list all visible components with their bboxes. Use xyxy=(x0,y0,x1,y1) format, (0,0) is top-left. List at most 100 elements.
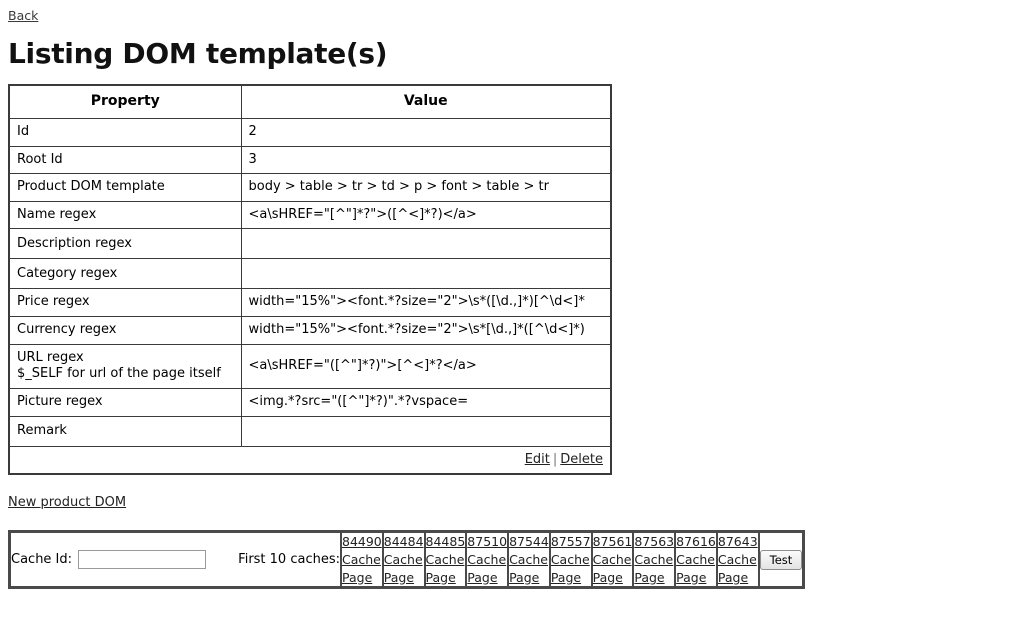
cache-link[interactable]: Cache xyxy=(551,551,591,569)
table-row: Currency regex width="15%"><font.*?size=… xyxy=(8,316,612,345)
table-row: URL regex $_SELF for url of the page its… xyxy=(8,343,612,389)
cache-cell: 87643 Cache Page xyxy=(716,532,759,588)
page-root: Back Listing DOM template(s) Property Va… xyxy=(0,0,1015,590)
cache-cell: 84485 Cache Page xyxy=(424,532,467,588)
cache-id-link[interactable]: 84484 xyxy=(384,533,424,551)
back-link[interactable]: Back xyxy=(8,8,38,23)
cache-id-link[interactable]: 87557 xyxy=(551,533,591,551)
cache-id-label: Cache Id: xyxy=(11,552,73,568)
table-row: Remark xyxy=(8,415,612,447)
property-label-line2: $_SELF for url of the page itself xyxy=(17,366,221,382)
cache-link[interactable]: Cache xyxy=(593,551,633,569)
cache-bar-table: Cache Id: First 10 caches: 84490 Cache P… xyxy=(8,530,806,590)
page-link[interactable]: Page xyxy=(509,569,549,587)
page-link[interactable]: Page xyxy=(426,569,466,587)
cache-cell: 87561 Cache Page xyxy=(591,532,634,588)
property-value: width="15%"><font.*?size="2">\s*([\d.,]*… xyxy=(240,288,612,318)
property-value xyxy=(240,415,612,447)
page-link[interactable]: Page xyxy=(718,569,758,587)
cache-form-cell: Cache Id: First 10 caches: xyxy=(10,532,341,588)
cache-cell: 84484 Cache Page xyxy=(382,532,425,588)
property-label: Price regex xyxy=(8,288,242,318)
table-row: Description regex xyxy=(8,228,612,260)
cache-id-link[interactable]: 87510 xyxy=(467,533,507,551)
cache-id-link[interactable]: 87643 xyxy=(718,533,758,551)
page-link[interactable]: Page xyxy=(342,569,382,587)
cache-link[interactable]: Cache xyxy=(718,551,758,569)
column-header-value: Value xyxy=(240,84,612,119)
table-header: Property Value xyxy=(8,84,612,119)
property-label: Remark xyxy=(8,415,242,447)
cache-cell: 87544 Cache Page xyxy=(508,532,550,588)
page-link[interactable]: Page xyxy=(593,569,633,587)
table-row: Picture regex <img.*?src="([^"]*?)".*?vs… xyxy=(8,387,612,417)
page-link[interactable]: Page xyxy=(634,569,674,587)
cache-link[interactable]: Cache xyxy=(509,551,549,569)
property-label: Category regex xyxy=(8,258,242,290)
cache-cell: 87557 Cache Page xyxy=(549,532,592,588)
cache-id-input[interactable] xyxy=(78,550,207,570)
property-label-line1: URL regex xyxy=(17,349,84,365)
property-value xyxy=(240,228,612,260)
cache-id-link[interactable]: 84485 xyxy=(426,533,466,551)
property-value: 3 xyxy=(240,145,612,175)
property-label: Id xyxy=(8,117,242,147)
cache-cell: 84490 Cache Page xyxy=(341,532,383,588)
property-label: Root Id xyxy=(8,145,242,175)
cache-bar-section: Cache Id: First 10 caches: 84490 Cache P… xyxy=(8,530,1007,590)
new-product-dom-link[interactable]: New product DOM xyxy=(8,495,126,510)
action-separator: | xyxy=(552,451,558,467)
page-link[interactable]: Page xyxy=(384,569,424,587)
table-header-row: Property Value xyxy=(8,84,612,119)
property-label-url-regex: URL regex $_SELF for url of the page its… xyxy=(8,343,242,389)
cache-id-link[interactable]: 87561 xyxy=(593,533,633,551)
table-body: Id 2 Root Id 3 Product DOM template body… xyxy=(8,117,612,475)
cache-link[interactable]: Cache xyxy=(676,551,716,569)
table-row: Id 2 xyxy=(8,117,612,147)
property-value: body > table > tr > td > p > font > tabl… xyxy=(240,173,612,202)
property-value: <img.*?src="([^"]*?)".*?vspace= xyxy=(240,387,612,417)
cache-link[interactable]: Cache xyxy=(426,551,466,569)
property-value: <a\sHREF="([^"]*?)">[^<]*?</a> xyxy=(240,343,612,389)
cache-cell: 87616 Cache Page xyxy=(675,532,717,588)
cache-id-link[interactable]: 87616 xyxy=(676,533,716,551)
column-header-property: Property xyxy=(8,84,242,119)
test-button[interactable]: Test xyxy=(759,549,803,570)
cache-link[interactable]: Cache xyxy=(384,551,424,569)
table-row: Price regex width="15%"><font.*?size="2"… xyxy=(8,288,612,318)
property-value xyxy=(240,258,612,290)
cache-id-link[interactable]: 87544 xyxy=(509,533,549,551)
table-row: Name regex <a\sHREF="[^"]*?">([^<]*?)</a… xyxy=(8,200,612,230)
page-link[interactable]: Page xyxy=(551,569,591,587)
table-actions-row: Edit | Delete xyxy=(8,445,612,475)
cache-bar-row: Cache Id: First 10 caches: 84490 Cache P… xyxy=(10,532,804,588)
cache-link[interactable]: Cache xyxy=(634,551,674,569)
dom-template-table: Property Value Id 2 Root Id 3 Product DO… xyxy=(8,84,612,476)
property-label: Description regex xyxy=(8,228,242,260)
new-product-dom-section: New product DOM xyxy=(8,495,1007,510)
cache-id-link[interactable]: 87563 xyxy=(634,533,674,551)
edit-link[interactable]: Edit xyxy=(525,452,550,467)
first-caches-label: First 10 caches: xyxy=(238,552,340,568)
cache-id-link[interactable]: 84490 xyxy=(342,533,382,551)
table-row: Category regex xyxy=(8,258,612,290)
property-value: 2 xyxy=(240,117,612,147)
property-label: Product DOM template xyxy=(8,173,242,202)
cache-cell: 87510 Cache Page xyxy=(466,532,509,588)
cache-cell: 87563 Cache Page xyxy=(633,532,676,588)
property-label: Currency regex xyxy=(8,316,242,345)
cache-link[interactable]: Cache xyxy=(467,551,507,569)
row-actions: Edit | Delete xyxy=(8,445,612,475)
delete-link[interactable]: Delete xyxy=(560,452,603,467)
table-row: Root Id 3 xyxy=(8,145,612,175)
property-value: <a\sHREF="[^"]*?">([^<]*?)</a> xyxy=(240,200,612,230)
cache-link[interactable]: Cache xyxy=(342,551,382,569)
page-link[interactable]: Page xyxy=(467,569,507,587)
test-cell: Test xyxy=(758,532,804,588)
property-label: Picture regex xyxy=(8,387,242,417)
property-value: width="15%"><font.*?size="2">\s*[\d.,]*(… xyxy=(240,316,612,345)
page-link[interactable]: Page xyxy=(676,569,716,587)
table-row: Product DOM template body > table > tr >… xyxy=(8,173,612,202)
page-title: Listing DOM template(s) xyxy=(8,37,388,70)
property-label: Name regex xyxy=(8,200,242,230)
